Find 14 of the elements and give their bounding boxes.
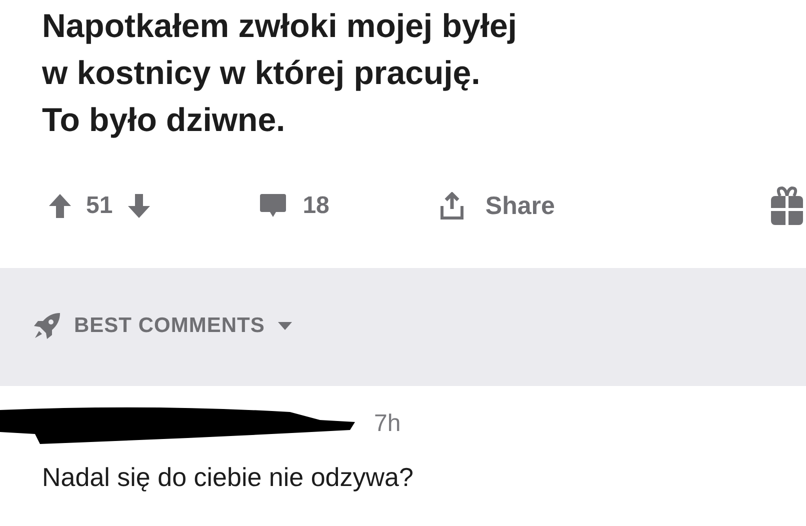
gift-icon[interactable] [770, 186, 804, 226]
rocket-icon [32, 311, 62, 341]
vote-count: 51 [86, 192, 113, 220]
comment-count: 18 [302, 192, 330, 220]
upvote-icon[interactable] [48, 193, 72, 219]
post-title: Napotkałem zwłoki mojej byłej w kostnicy w której pracuję. To było dziwne. [42, 6, 518, 140]
share-icon [439, 192, 466, 220]
caret-icon [276, 321, 293, 331]
downvote-icon[interactable] [126, 193, 151, 219]
comment-time: 7h [374, 410, 401, 438]
comment-icon[interactable] [258, 193, 287, 219]
comment-text: Nadal się do ciebie nie odzywa? [42, 462, 414, 493]
sort-dropdown[interactable]: BEST COMMENTS [32, 311, 293, 341]
share-button[interactable]: Share [439, 192, 555, 220]
